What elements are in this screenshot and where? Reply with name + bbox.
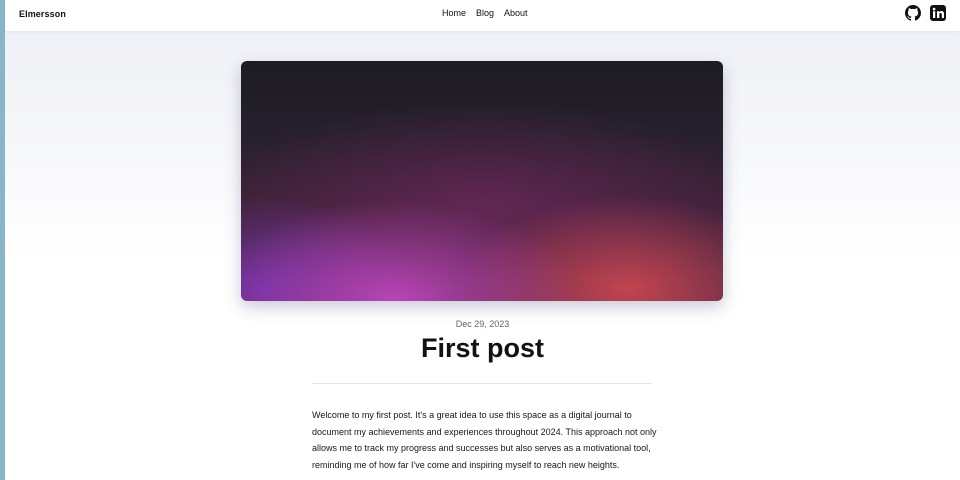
site-brand[interactable]: Elmersson (19, 9, 66, 19)
github-icon[interactable] (905, 5, 921, 21)
nav-link-home[interactable]: Home (442, 8, 466, 18)
nav-link-about[interactable]: About (504, 8, 528, 18)
main-nav: Home Blog About (442, 8, 528, 18)
post-date: Dec 29, 2023 (455, 319, 510, 329)
post-title: First post (420, 333, 544, 363)
linkedin-icon[interactable] (930, 5, 946, 21)
top-navbar: Elmersson Home Blog About (5, 0, 960, 31)
hero-image (241, 61, 723, 301)
post-body: Welcome to my first post. It's a great i… (312, 410, 657, 470)
nav-link-blog[interactable]: Blog (476, 8, 494, 18)
window-left-edge (0, 0, 5, 480)
title-divider (312, 383, 652, 384)
